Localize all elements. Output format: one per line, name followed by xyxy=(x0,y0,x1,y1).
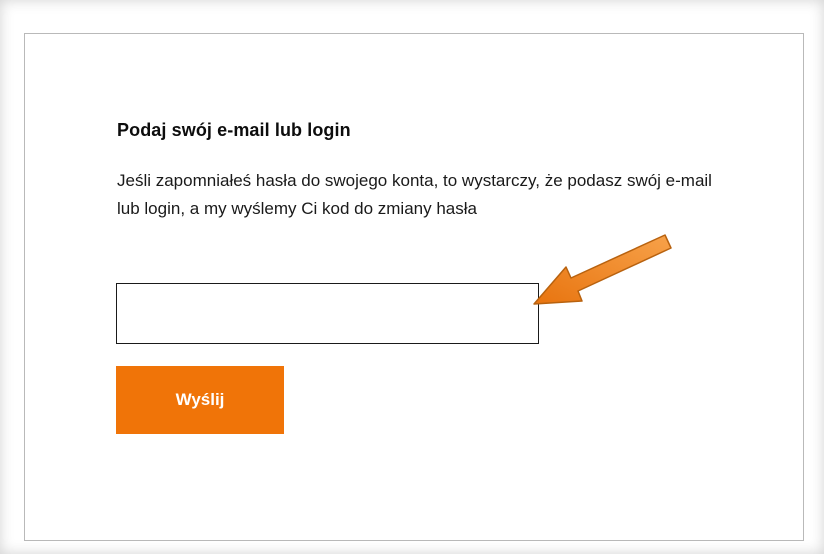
send-button[interactable]: Wyślij xyxy=(116,366,284,434)
password-reset-card: Podaj swój e-mail lub login Jeśli zapomn… xyxy=(24,33,804,541)
orange-arrow-icon xyxy=(533,234,672,305)
form-title: Podaj swój e-mail lub login xyxy=(117,120,351,140)
form-description: Jeśli zapomniałeś hasła do swojego konta… xyxy=(117,171,712,218)
orange-arrow-shape xyxy=(533,234,672,305)
email-login-input[interactable] xyxy=(116,283,539,344)
